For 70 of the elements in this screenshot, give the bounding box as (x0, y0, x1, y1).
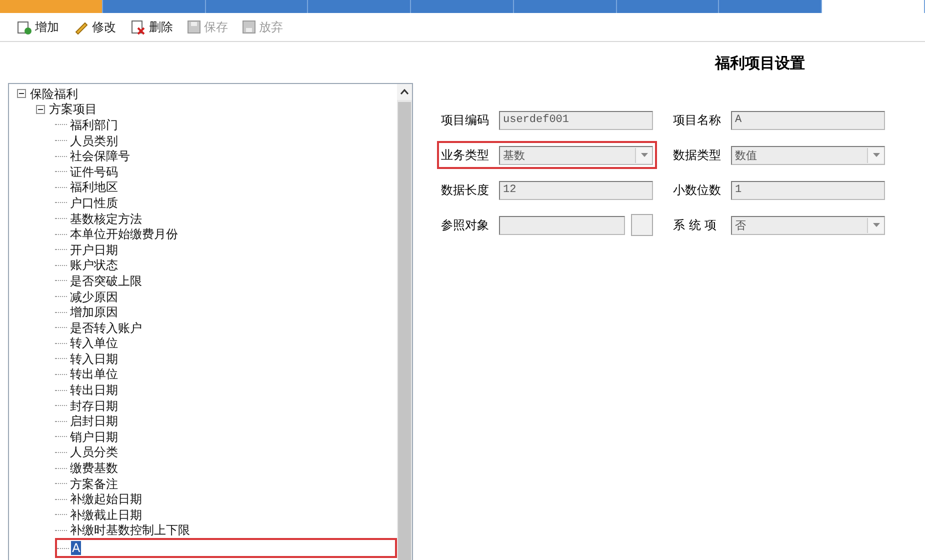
tree-item[interactable]: 是否突破上限 (69, 274, 143, 288)
form-title: 福利项目设置 (715, 54, 805, 73)
tree-item[interactable]: 封存日期 (69, 398, 119, 413)
scrollbar[interactable] (397, 84, 412, 560)
add-icon (16, 19, 32, 35)
tree-item[interactable]: 转入单位 (69, 336, 119, 350)
tree-item[interactable]: 本单位开始缴费月份 (69, 227, 179, 242)
field-label: 数据长度 (441, 182, 490, 198)
discard-icon (242, 20, 256, 34)
collapse-toggle[interactable] (17, 89, 26, 98)
collapse-toggle[interactable] (36, 104, 45, 114)
tree-item[interactable]: 缴费基数 (69, 461, 119, 476)
field-label: 项目名称 (673, 112, 722, 128)
dropdown-field[interactable]: 否 (731, 216, 885, 234)
tab[interactable] (0, 0, 103, 13)
tab[interactable] (514, 0, 617, 13)
dropdown-arrow-icon (872, 153, 880, 157)
tree-item[interactable]: 福利部门 (69, 118, 119, 132)
tree-item[interactable]: 保险福利 (29, 86, 79, 101)
tree-item[interactable]: 方案项目 (48, 102, 98, 116)
tree-item[interactable]: 是否转入账户 (69, 320, 143, 335)
tree-item[interactable]: 转出日期 (69, 383, 119, 398)
tree-item[interactable]: 社会保障号 (69, 149, 131, 164)
tab[interactable] (411, 0, 514, 13)
field-label: 业务类型 (441, 146, 490, 164)
tree-item[interactable]: 开户日期 (69, 242, 119, 257)
tab[interactable] (616, 0, 720, 13)
input-field[interactable]: 12 (499, 180, 653, 200)
field-label: 小数位数 (673, 182, 722, 198)
field-label: 项目编码 (441, 112, 490, 128)
dropdown-field[interactable]: 基数 (499, 146, 653, 164)
tree-item[interactable]: 销户日期 (69, 430, 119, 444)
tree-item[interactable]: 补缴起始日期 (69, 492, 143, 506)
tree-item[interactable]: 福利地区 (69, 180, 119, 194)
tree-item[interactable]: 转入日期 (69, 352, 119, 366)
save-icon (187, 20, 201, 34)
tree-item[interactable]: 启封日期 (69, 414, 119, 428)
tree-item[interactable]: 减少原因 (69, 290, 119, 304)
tree-item[interactable]: 方案备注 (69, 476, 119, 491)
tree-item[interactable]: 人员类别 (69, 134, 119, 148)
tab[interactable] (719, 0, 822, 13)
toolbar-button[interactable]: 增加 (14, 16, 61, 38)
tree-item[interactable]: A (71, 541, 82, 556)
input-field[interactable]: A (731, 110, 885, 130)
input-field[interactable]: 1 (731, 180, 885, 200)
tree-item[interactable]: 补缴时基数控制上下限 (69, 523, 191, 538)
tree-item[interactable]: 证件号码 (69, 164, 119, 179)
dropdown-arrow-icon (872, 223, 880, 227)
field-label: 数据类型 (673, 146, 722, 164)
tree-item[interactable]: 户口性质 (69, 196, 119, 210)
delete-icon (130, 19, 146, 35)
tab[interactable] (822, 0, 925, 13)
field-label: 参照对象 (441, 216, 490, 234)
tree-item[interactable]: 转出单位 (69, 367, 119, 382)
toolbar-button[interactable]: 删除 (128, 16, 175, 38)
tree-item[interactable]: 人员分类 (69, 445, 119, 460)
tab[interactable] (102, 0, 206, 13)
tab[interactable] (308, 0, 412, 13)
input-field[interactable]: userdef001 (499, 110, 653, 130)
browse-button[interactable] (631, 214, 653, 236)
field-label: 系 统 项 (673, 216, 718, 234)
toolbar-button[interactable]: 修改 (71, 16, 118, 38)
tree-item[interactable]: 补缴截止日期 (69, 508, 143, 522)
tab[interactable] (206, 0, 308, 13)
tree-item[interactable]: 增加原因 (69, 305, 119, 320)
dropdown-arrow-icon (640, 153, 648, 157)
dropdown-field[interactable]: 数值 (731, 146, 885, 164)
input-field[interactable] (499, 216, 625, 234)
tree-item[interactable]: 基数核定方法 (69, 212, 143, 226)
tree-item[interactable]: 账户状态 (69, 258, 119, 272)
